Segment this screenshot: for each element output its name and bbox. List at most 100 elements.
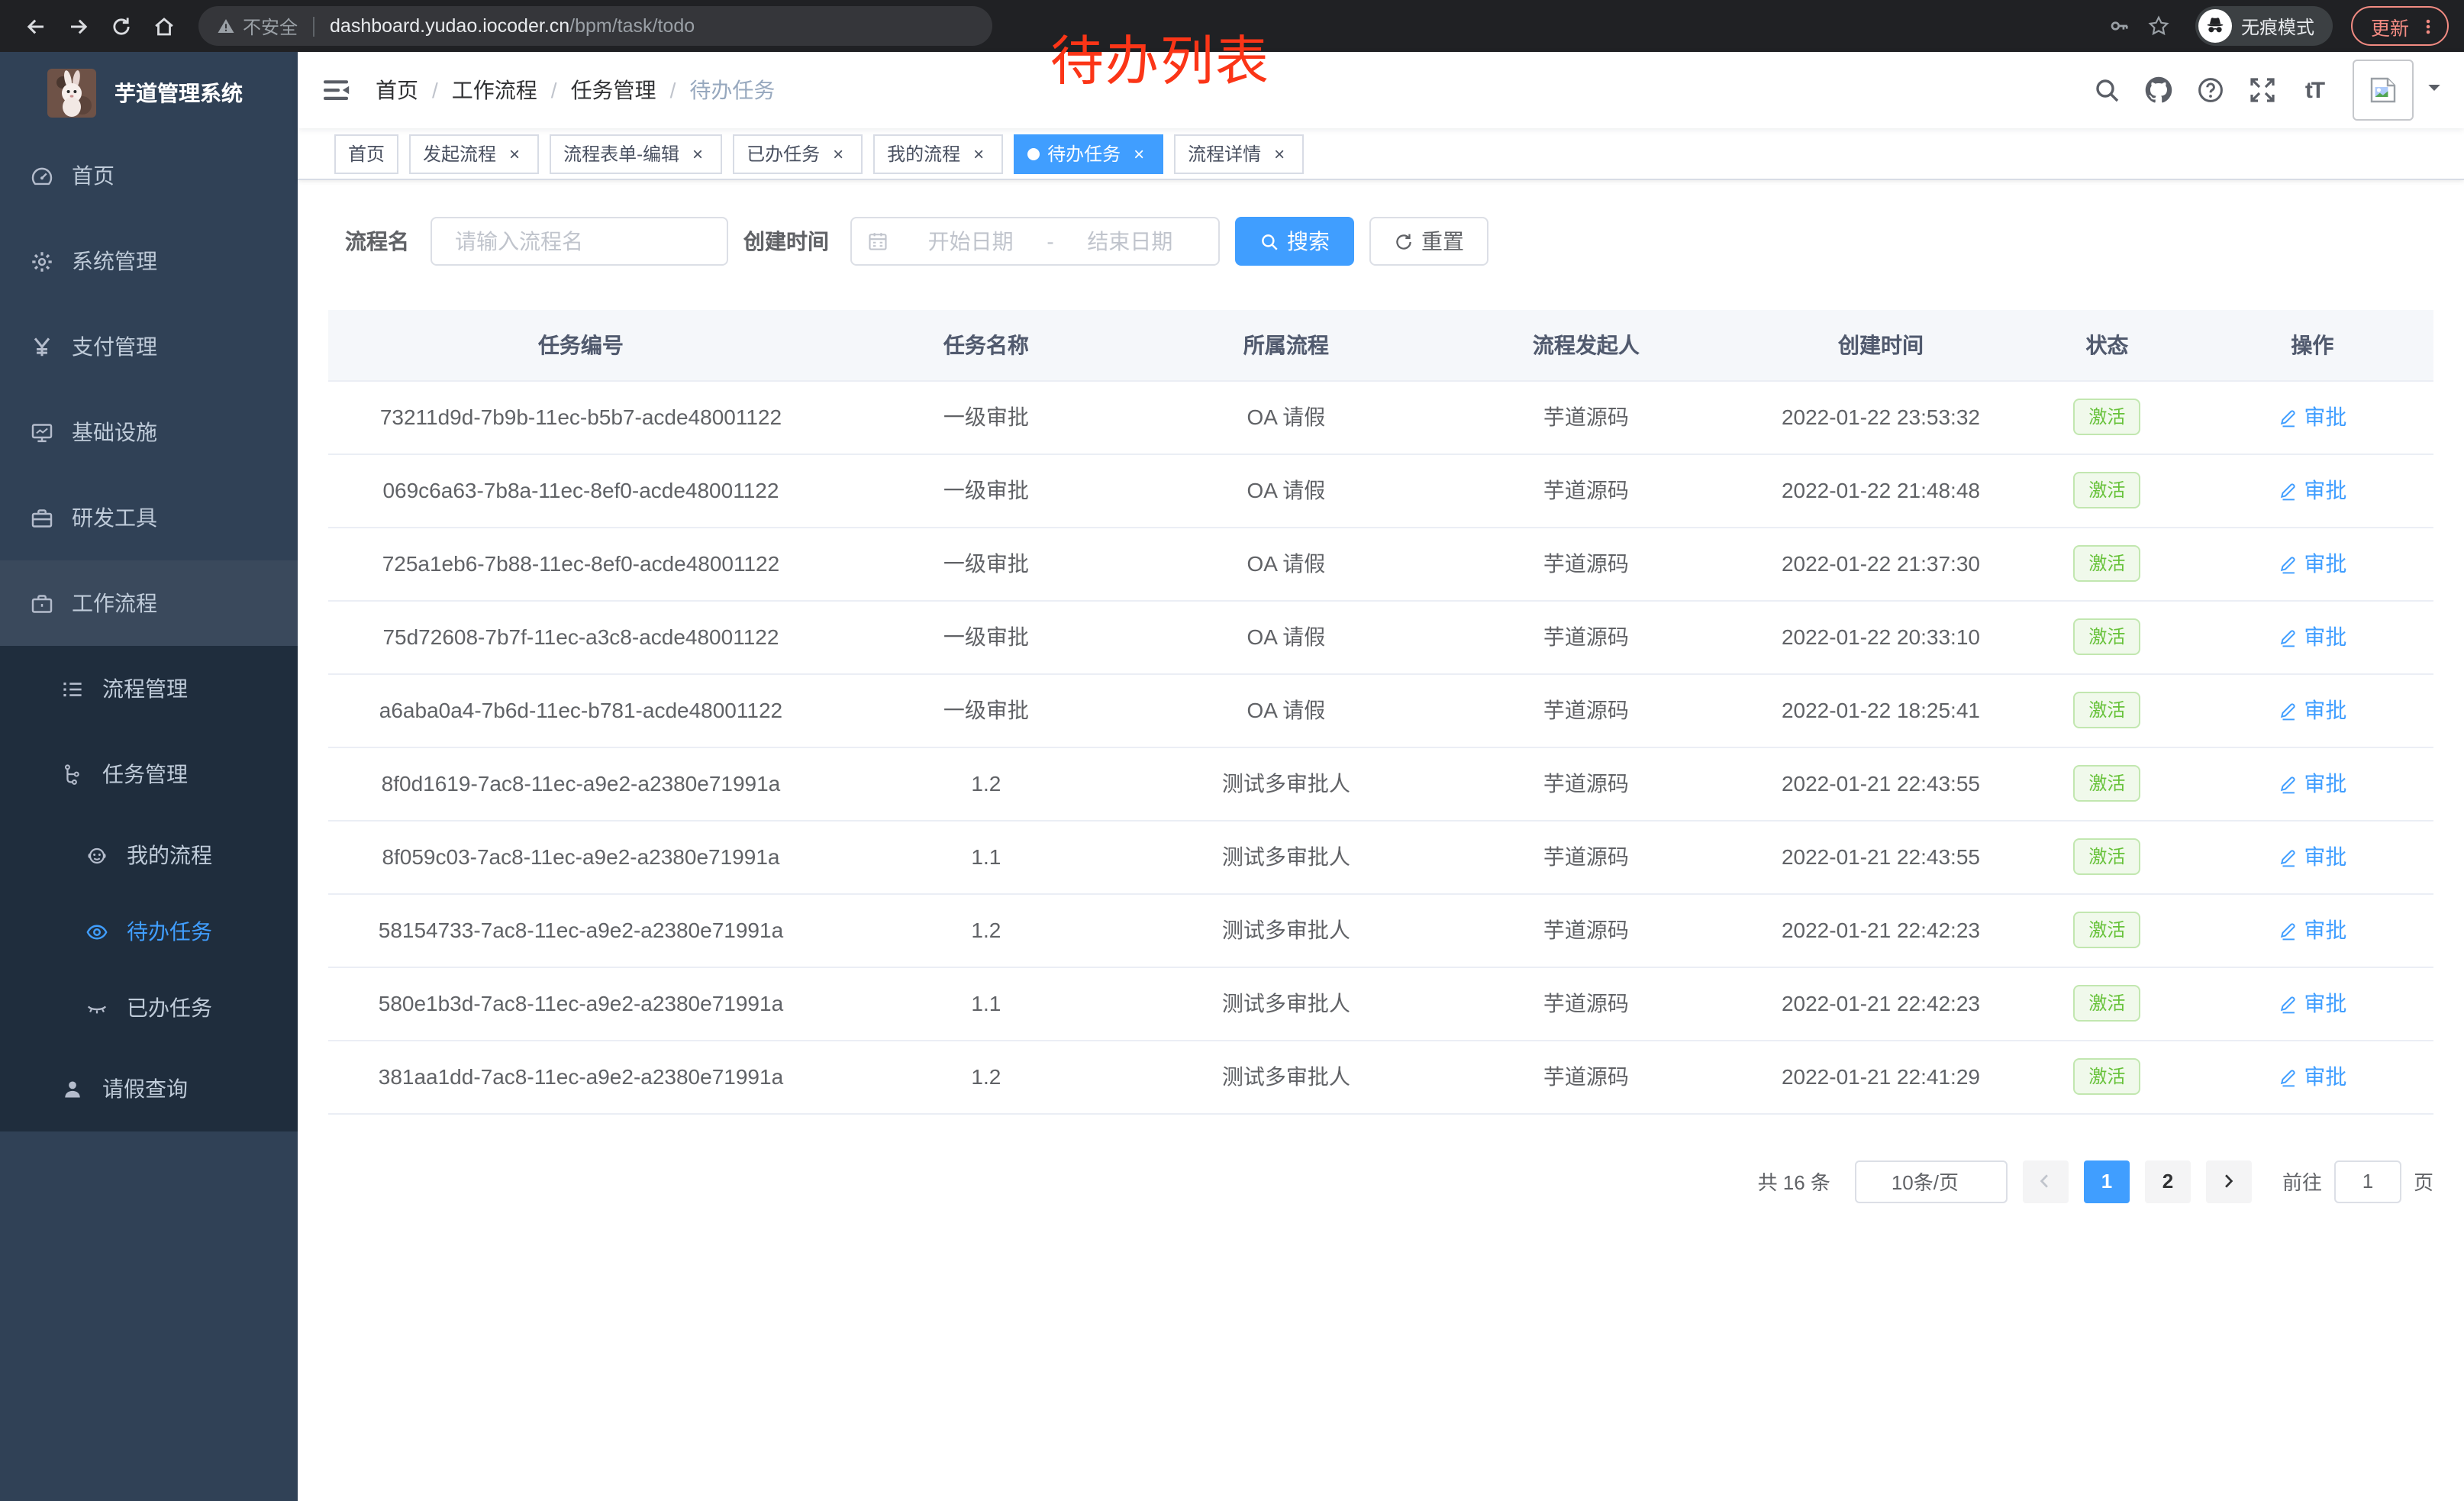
- cell-status: 激活: [2023, 967, 2191, 1040]
- sidebar-item-system-management[interactable]: 系统管理: [0, 218, 298, 304]
- close-icon[interactable]: ×: [687, 143, 708, 164]
- sidebar-item-my-process[interactable]: 我的流程: [0, 817, 298, 893]
- cell-process: 测试多审批人: [1139, 747, 1434, 820]
- column-header: 创建时间: [1739, 310, 2023, 380]
- tab-done-tasks[interactable]: 已办任务×: [733, 134, 863, 173]
- breadcrumb-item-home[interactable]: 首页: [376, 75, 418, 105]
- approve-button[interactable]: 审批: [2278, 768, 2346, 799]
- table-row: 8f0d1619-7ac8-11ec-a9e2-a2380e71991a1.2测…: [328, 747, 2433, 820]
- sidebar-item-payment-management[interactable]: 支付管理: [0, 304, 298, 389]
- sidebar-item-todo-tasks[interactable]: 待办任务: [0, 893, 298, 970]
- close-icon[interactable]: ×: [1269, 143, 1290, 164]
- fullscreen-button[interactable]: [2237, 52, 2288, 128]
- browser-home-button[interactable]: [144, 6, 183, 46]
- close-icon[interactable]: ×: [504, 143, 525, 164]
- sidebar-item-workflow[interactable]: 工作流程: [0, 560, 298, 646]
- approve-label: 审批: [2304, 915, 2346, 945]
- help-button[interactable]: [2185, 52, 2237, 128]
- column-header: 操作: [2191, 310, 2433, 380]
- tag-bar: 首页发起流程×流程表单-编辑×已办任务×我的流程×待办任务×流程详情×: [298, 128, 2464, 180]
- cell-operation: 审批: [2191, 967, 2433, 1040]
- address-bar[interactable]: 不安全 dashboard.yudao.iocoder.cn/bpm/task/…: [198, 6, 992, 46]
- cell-status: 激活: [2023, 600, 2191, 673]
- search-button[interactable]: [2081, 52, 2133, 128]
- cell-status: 激活: [2023, 747, 2191, 820]
- date-range-picker[interactable]: 开始日期 - 结束日期: [850, 217, 1220, 266]
- bookmark-star-icon[interactable]: [2140, 8, 2177, 44]
- status-badge: 激活: [2073, 912, 2140, 948]
- column-header: 任务编号: [328, 310, 834, 380]
- tab-home[interactable]: 首页: [334, 134, 398, 173]
- approve-button[interactable]: 审批: [2278, 621, 2346, 652]
- update-button[interactable]: 更新: [2351, 6, 2449, 46]
- password-key-icon[interactable]: [2101, 8, 2137, 44]
- tab-todo-tasks[interactable]: 待办任务 ×: [1014, 134, 1163, 173]
- page-button-2[interactable]: 2: [2145, 1160, 2191, 1202]
- start-date-placeholder[interactable]: 开始日期: [898, 226, 1043, 257]
- sidebar-item-infrastructure[interactable]: 基础设施: [0, 389, 298, 475]
- approve-label: 审批: [2304, 695, 2346, 725]
- cell-task-id: a6aba0a4-7b6d-11ec-b781-acde48001122: [328, 673, 834, 747]
- reset-button[interactable]: 重置: [1369, 217, 1488, 266]
- approve-button[interactable]: 审批: [2278, 988, 2346, 1018]
- sidebar-item-leave-query[interactable]: 请假查询: [0, 1046, 298, 1131]
- arrow-right-icon: [66, 15, 89, 37]
- goto-page-input[interactable]: [2334, 1160, 2401, 1202]
- close-icon[interactable]: ×: [968, 143, 989, 164]
- cell-created-time: 2022-01-21 22:42:23: [1739, 967, 2023, 1040]
- approve-button[interactable]: 审批: [2278, 1061, 2346, 1092]
- end-date-placeholder[interactable]: 结束日期: [1057, 226, 1203, 257]
- cell-created-time: 2022-01-22 21:37:30: [1739, 527, 2023, 600]
- sidebar-item-home[interactable]: 首页: [0, 133, 298, 218]
- page-size-select[interactable]: 10条/页: [1855, 1160, 2008, 1202]
- approve-button[interactable]: 审批: [2278, 402, 2346, 432]
- close-icon[interactable]: ×: [1128, 143, 1150, 164]
- sidebar-item-process-management[interactable]: 流程管理: [0, 646, 298, 731]
- omnibox-divider: [313, 16, 314, 36]
- cell-operation: 审批: [2191, 673, 2433, 747]
- approve-button[interactable]: 审批: [2278, 915, 2346, 945]
- font-size-button[interactable]: tT: [2288, 52, 2340, 128]
- avatar[interactable]: [2353, 60, 2414, 121]
- sidebar-item-task-management[interactable]: 任务管理: [0, 731, 298, 817]
- tab-my-process[interactable]: 我的流程×: [873, 134, 1003, 173]
- browser-reload-button[interactable]: [101, 6, 140, 46]
- cell-process: OA 请假: [1139, 527, 1434, 600]
- close-icon[interactable]: ×: [827, 143, 849, 164]
- column-header: 任务名称: [834, 310, 1139, 380]
- github-button[interactable]: [2133, 52, 2185, 128]
- tab-process-detail[interactable]: 流程详情×: [1174, 134, 1304, 173]
- tab-label: 待办任务: [1047, 140, 1121, 166]
- cell-task-id: 580e1b3d-7ac8-11ec-a9e2-a2380e71991a: [328, 967, 834, 1040]
- approve-label: 审批: [2304, 548, 2346, 579]
- column-header: 流程发起人: [1434, 310, 1739, 380]
- page-button-1[interactable]: 1: [2084, 1160, 2130, 1202]
- magnifier-icon: [1259, 231, 1279, 251]
- cell-status: 激活: [2023, 1040, 2191, 1113]
- sidebar-item-done-tasks[interactable]: 已办任务: [0, 970, 298, 1046]
- logo-rabbit-image: [47, 68, 96, 117]
- approve-button[interactable]: 审批: [2278, 841, 2346, 872]
- tab-start-process[interactable]: 发起流程×: [409, 134, 539, 173]
- approve-button[interactable]: 审批: [2278, 475, 2346, 505]
- sidebar-toggle-button[interactable]: [298, 52, 374, 128]
- browser-back-button[interactable]: [15, 6, 55, 46]
- app-logo[interactable]: 芋道管理系统: [0, 52, 298, 133]
- process-name-input[interactable]: [431, 217, 728, 266]
- search-submit-button[interactable]: 搜索: [1235, 217, 1354, 266]
- search-icon: [2093, 76, 2121, 104]
- browser-forward-button[interactable]: [58, 6, 98, 46]
- next-page-button[interactable]: [2206, 1160, 2252, 1202]
- sidebar-item-dev-tools[interactable]: 研发工具: [0, 475, 298, 560]
- approve-button[interactable]: 审批: [2278, 548, 2346, 579]
- tab-form-edit[interactable]: 流程表单-编辑×: [550, 134, 722, 173]
- breadcrumb-item-task-management[interactable]: 任务管理: [571, 75, 656, 105]
- avatar-caret-icon[interactable]: [2426, 79, 2443, 101]
- filter-time-label: 创建时间: [743, 226, 829, 257]
- approve-button[interactable]: 审批: [2278, 695, 2346, 725]
- table-row: 75d72608-7b7f-11ec-a3c8-acde48001122一级审批…: [328, 600, 2433, 673]
- breadcrumb-item-workflow[interactable]: 工作流程: [452, 75, 537, 105]
- page-url: dashboard.yudao.iocoder.cn/bpm/task/todo: [330, 15, 695, 37]
- cell-task-id: 381aa1dd-7ac8-11ec-a9e2-a2380e71991a: [328, 1040, 834, 1113]
- prev-page-button[interactable]: [2023, 1160, 2069, 1202]
